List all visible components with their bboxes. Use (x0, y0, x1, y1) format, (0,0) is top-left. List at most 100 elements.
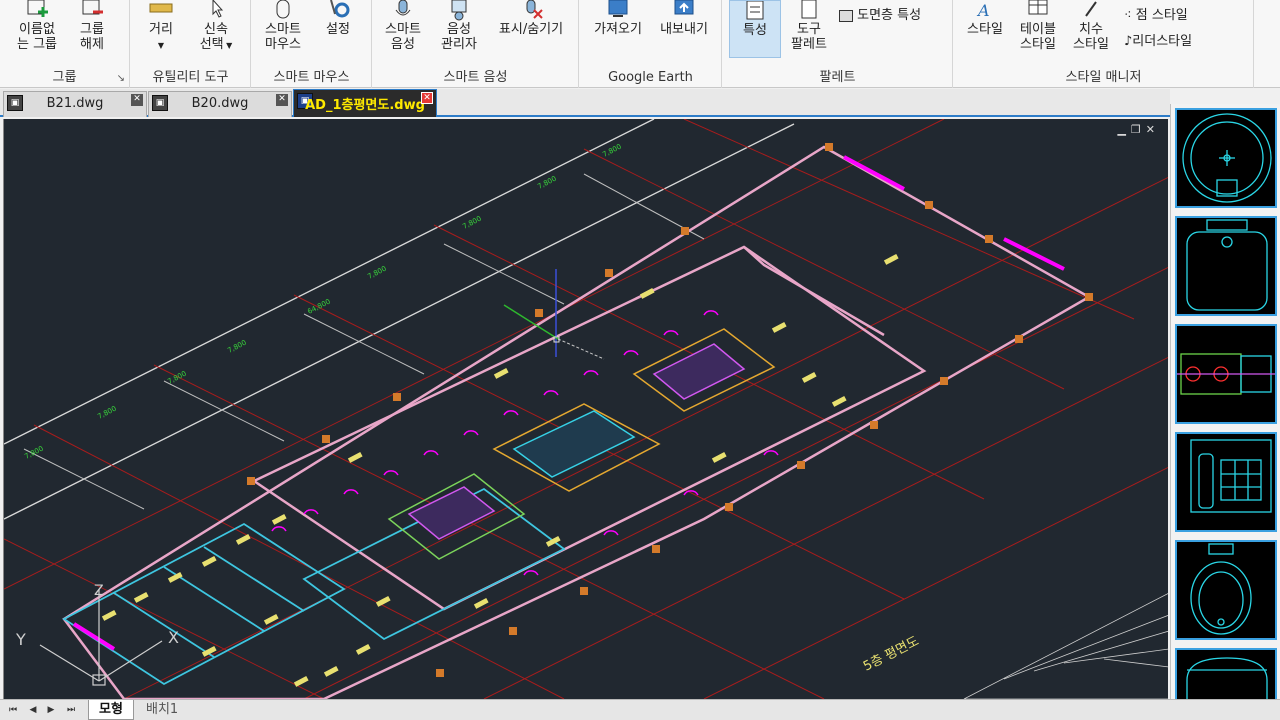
ribbon-group-palette: 특성 도구 팔레트 도면층 특성 팔레트 (723, 0, 953, 88)
point-style-button[interactable]: ⁖ 점 스타일 (1124, 6, 1188, 26)
doc-tab-b20[interactable]: ▣ B20.dwg ✕ (148, 91, 292, 117)
layers-icon (839, 9, 853, 22)
dim-label: 7,800 (461, 215, 482, 231)
import-icon (608, 0, 628, 17)
properties-button[interactable]: 특성 (729, 0, 781, 58)
wash-basin-icon (1182, 113, 1272, 203)
palette-item-wash-basin[interactable] (1175, 108, 1277, 208)
ribbon-group-smart-voice: 스마트 음성 음성 관리자 표시/숨기기 스마트 음성 (373, 0, 579, 88)
quick-select-button[interactable]: 신속 선택 ▼ (191, 0, 241, 53)
ribbon-group-style-manager: A 스타일 테이블 스타일 치수 스타일 ⁖ 점 스타일 ♪리더스타일 스타일 … (954, 0, 1254, 88)
telephone-icon (1190, 439, 1272, 513)
smart-voice-button[interactable]: 스마트 음성 (377, 0, 429, 52)
dimension-icon (1085, 1, 1097, 17)
drawing-canvas[interactable]: 7,800 7,800 7,800 7,800 64,800 7,800 7,8… (3, 119, 1168, 699)
dimension-labels: 7,800 7,800 7,800 7,800 64,800 7,800 7,8… (23, 143, 622, 461)
building-core (387, 328, 776, 560)
axis-label-z: Z (94, 583, 104, 599)
restore-icon[interactable]: ❐ (1131, 123, 1146, 136)
group-label-utility: 유틸리티 도구 (152, 70, 229, 85)
column-markers (247, 143, 1093, 677)
tool-palette-icon (801, 0, 817, 19)
first-layout-icon[interactable]: ⏮ (6, 703, 20, 717)
import-button[interactable]: 가져오기 (586, 0, 650, 37)
unnamed-group-icon (27, 0, 48, 17)
palette-item-outlet[interactable] (1175, 324, 1277, 424)
sheet-properties-button[interactable]: 도면층 특성 (839, 6, 921, 26)
group-label-group: 그룹 (52, 70, 77, 85)
chevron-down-icon: ▼ (157, 41, 165, 50)
toilet-icon (1186, 219, 1268, 311)
dim-label: 7,800 (366, 265, 387, 281)
close-icon[interactable]: ✕ (276, 94, 288, 106)
dim-label: 7,800 (23, 445, 44, 461)
close-icon[interactable]: ✕ (421, 92, 433, 104)
axis-label-y: Y (15, 630, 26, 649)
doc-tab-ad1[interactable]: ▣ AD_1층평면도.dwg ✕ (293, 89, 437, 117)
ribbon-group-google-earth: 가져오기 내보내기 Google Earth (580, 0, 722, 88)
table-icon (1028, 0, 1048, 15)
axis-label-x: X (168, 628, 179, 647)
group-label-smart-mouse: 스마트 마우스 (273, 70, 350, 85)
grid-lines (4, 119, 1168, 699)
outlet-icon (1177, 353, 1275, 395)
show-hide-button[interactable]: 표시/숨기기 (489, 0, 573, 37)
door-markers (72, 155, 1065, 651)
group-label-palette: 팔레트 (819, 70, 856, 85)
show-hide-icon (526, 0, 543, 19)
ungroup-button[interactable]: 그룹 해제 (70, 0, 114, 52)
ribbon-group-utility: 거리 ▼ 신속 선택 ▼ 유틸리티 도구 (131, 0, 251, 88)
ribbon-group-group: 이름없 는 그룹 그룹 해제 그룹 ↘ (0, 0, 130, 88)
cad-app-window: 이름없 는 그룹 그룹 해제 그룹 ↘ 거리 ▼ 신속 선택 ▼ 유틸리티 도구… (0, 0, 1280, 720)
group-label-style-manager: 스타일 매니저 (1065, 70, 1142, 85)
ribbon: 이름없 는 그룹 그룹 해제 그룹 ↘ 거리 ▼ 신속 선택 ▼ 유틸리티 도구… (0, 0, 1280, 88)
distance-button[interactable]: 거리 ▼ (141, 0, 181, 53)
palette-item-toilet[interactable] (1175, 216, 1277, 316)
dialog-launcher-icon[interactable]: ↘ (117, 73, 125, 84)
voice-manager-button[interactable]: 음성 관리자 (433, 0, 485, 52)
palette-item-urinal[interactable] (1175, 540, 1277, 640)
dim-style-button[interactable]: 치수 스타일 (1066, 0, 1116, 52)
minimize-icon[interactable]: ▁ (1117, 123, 1130, 136)
close-icon[interactable]: ✕ (1146, 123, 1160, 136)
light-fixtures (101, 253, 899, 687)
export-icon (674, 0, 694, 15)
ruler-icon (149, 3, 173, 13)
ribbon-group-smart-mouse: 스마트 마우스 설정 스마트 마우스 (252, 0, 372, 88)
tab-layout1[interactable]: 배치1 (136, 700, 188, 720)
ungroup-icon (82, 0, 103, 15)
palette-item-telephone[interactable] (1175, 432, 1277, 532)
dim-label: 7,800 (166, 370, 187, 386)
dim-label: 7,800 (226, 339, 247, 355)
group-label-google-earth: Google Earth (608, 70, 693, 85)
last-layout-icon[interactable]: ⏭ (64, 703, 78, 717)
unnamed-group-button[interactable]: 이름없 는 그룹 (12, 0, 62, 52)
floor-plan-drawing: 7,800 7,800 7,800 7,800 64,800 7,800 7,8… (4, 119, 1168, 699)
smart-mouse-button[interactable]: 스마트 마우스 (258, 0, 308, 52)
urinal-icon (1190, 543, 1252, 635)
table-style-button[interactable]: 테이블 스타일 (1012, 0, 1064, 52)
dim-label: 7,800 (96, 405, 117, 421)
dim-label: 64,800 (306, 298, 331, 316)
tab-model[interactable]: 모형 (88, 700, 134, 720)
block-palette (1170, 104, 1280, 720)
svg-text:A: A (976, 1, 990, 20)
document-tab-bar: ▣ B21.dwg ✕ ▣ B20.dwg ✕ ▣ AD_1층평면도.dwg ✕ (0, 89, 1170, 117)
layout-tab-bar: ⏮ ◀ ▶ ⏭ 모형 배치1 (0, 699, 1280, 720)
tool-palette-button[interactable]: 도구 팔레트 (783, 0, 835, 52)
prev-layout-icon[interactable]: ◀ (26, 703, 40, 717)
style-button[interactable]: A 스타일 (960, 0, 1010, 37)
dimension-lines (4, 119, 795, 520)
close-icon[interactable]: ✕ (131, 94, 143, 106)
cyan-rooms (62, 487, 566, 686)
leader-style-button[interactable]: ♪리더스타일 (1124, 32, 1192, 52)
doc-tab-b21[interactable]: ▣ B21.dwg ✕ (3, 91, 147, 117)
dim-label: 7,800 (601, 143, 622, 159)
next-layout-icon[interactable]: ▶ (44, 703, 58, 717)
export-button[interactable]: 내보내기 (652, 0, 716, 37)
settings-button[interactable]: 설정 (318, 0, 358, 37)
viewport-controls: ▁❐✕ (1117, 123, 1160, 136)
group-label-smart-voice: 스마트 음성 (443, 70, 508, 85)
gear-icon (330, 0, 350, 18)
point-style-icon: ⁖ (1124, 8, 1132, 23)
